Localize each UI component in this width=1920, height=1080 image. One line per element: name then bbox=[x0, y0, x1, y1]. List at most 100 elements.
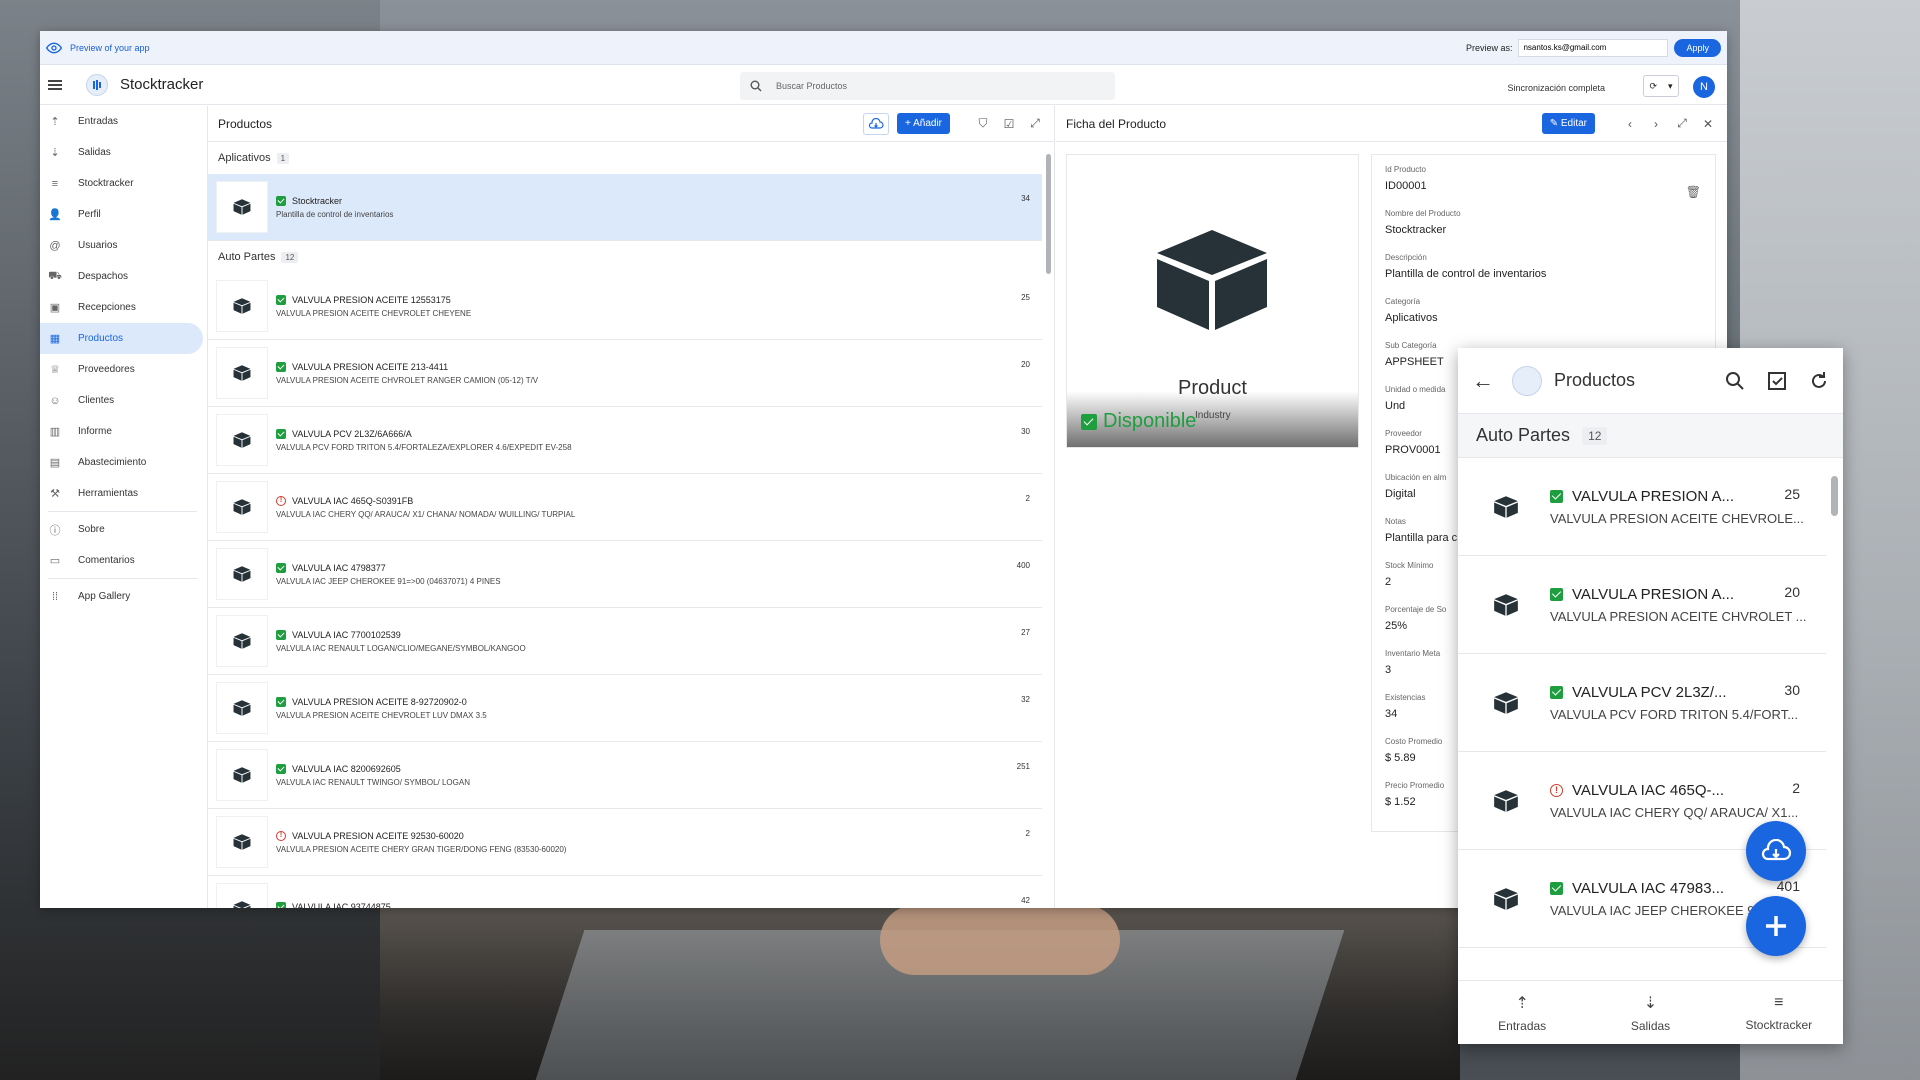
sync-button[interactable]: ⟳ ▾ bbox=[1643, 75, 1679, 97]
sidebar-item-app-gallery[interactable]: ⁞⁞ App Gallery bbox=[40, 581, 207, 612]
hamburger-menu-icon[interactable] bbox=[48, 78, 62, 92]
field-label: Id Producto bbox=[1385, 165, 1426, 174]
row-subtitle: VALVULA PCV FORD TRITON 5.4/FORT... bbox=[1550, 706, 1799, 722]
group-header[interactable]: Auto Partes 12 bbox=[208, 241, 1054, 273]
search-placeholder: Buscar Productos bbox=[776, 81, 848, 91]
box-icon bbox=[233, 199, 251, 215]
table-row[interactable]: VALVULA IAC 4798377 VALVULA IAC JEEP CHER… bbox=[208, 541, 1042, 608]
expand-icon[interactable]: ⤢ bbox=[1673, 115, 1691, 133]
list-body: Aplicativos 1 Stocktracker Plantilla de con… bbox=[208, 142, 1054, 908]
avatar[interactable]: N bbox=[1693, 76, 1715, 98]
mobile-preview: ← Productos Auto Partes 12 VALVULA PRESI… bbox=[1458, 348, 1843, 1044]
search-icon bbox=[750, 80, 762, 92]
sidebar-item-label: Stocktracker bbox=[78, 178, 134, 189]
sidebar-item-informe[interactable]: ▥ Informe bbox=[40, 416, 207, 447]
refresh-icon[interactable] bbox=[1809, 371, 1829, 391]
product-thumbnail bbox=[216, 682, 268, 734]
chevron-down-icon: ▾ bbox=[1667, 80, 1673, 91]
prev-icon[interactable]: ‹ bbox=[1621, 115, 1639, 133]
add-fab[interactable] bbox=[1746, 896, 1806, 956]
row-stock: 32 bbox=[1021, 695, 1030, 704]
table-row[interactable]: ! VALVULA IAC 465Q-S0391FB VALVULA IAC CHE… bbox=[208, 474, 1042, 541]
table-row[interactable]: VALVULA IAC 93744875 42 bbox=[208, 876, 1042, 908]
search-icon[interactable] bbox=[1725, 371, 1745, 391]
trash-icon[interactable]: 🗑 bbox=[1686, 185, 1701, 199]
sidebar-item-herramientas[interactable]: ⚒ Herramientas bbox=[40, 478, 207, 509]
tab-stocktracker[interactable]: ≡ Stocktracker bbox=[1715, 981, 1843, 1044]
sidebar-item-perfil[interactable]: 👤 Perfil bbox=[40, 199, 207, 230]
warning-icon: ! bbox=[276, 495, 286, 506]
select-checkbox-icon[interactable]: ☑ bbox=[1000, 115, 1018, 133]
table-row[interactable]: Stocktracker Plantilla de control de inve… bbox=[208, 174, 1042, 241]
table-row[interactable]: VALVULA IAC 7700102539 VALVULA IAC RENAUL… bbox=[208, 608, 1042, 675]
list-scrollbar[interactable] bbox=[1046, 146, 1052, 901]
sidebar-item-salidas[interactable]: ⇣ Salidas bbox=[40, 137, 207, 168]
list-item[interactable]: VALVULA PRESION A... VALVULA PRESION ACEI… bbox=[1458, 556, 1826, 654]
add-button[interactable]: + Añadir bbox=[897, 113, 950, 134]
edit-label: Editar bbox=[1560, 118, 1587, 129]
mobile-scrollbar[interactable] bbox=[1831, 460, 1839, 930]
expand-icon[interactable]: ⤢ bbox=[1026, 115, 1044, 133]
sidebar-item-productos[interactable]: ▦ Productos bbox=[40, 323, 203, 354]
detail-header: Ficha del Producto ✎ Editar ‹ › ⤢ ✕ bbox=[1056, 106, 1727, 142]
group-header[interactable]: Aplicativos 1 bbox=[208, 142, 1054, 174]
table-row[interactable]: VALVULA PRESION ACEITE 213-4411 VALVULA P… bbox=[208, 340, 1042, 407]
filter-icon[interactable]: ⛉ bbox=[974, 115, 992, 133]
product-image[interactable]: Product Disponible Industry bbox=[1066, 154, 1359, 448]
table-row[interactable]: VALVULA IAC 8200692605 VALVULA IAC RENAUL… bbox=[208, 742, 1042, 809]
mobile-title: Productos bbox=[1554, 370, 1636, 390]
cloud-download-fab[interactable] bbox=[1746, 821, 1806, 881]
sidebar-item-stocktracker[interactable]: ≡ Stocktracker bbox=[40, 168, 207, 199]
cloud-download-button[interactable] bbox=[863, 112, 890, 135]
sidebar-item-label: Perfil bbox=[78, 209, 101, 220]
tab-salidas[interactable]: ⇣ Salidas bbox=[1586, 981, 1714, 1044]
apply-button[interactable]: Apply bbox=[1674, 38, 1721, 57]
row-title: Stocktracker bbox=[292, 195, 343, 206]
cloud-download-icon bbox=[1761, 839, 1792, 861]
search-input[interactable]: Buscar Productos bbox=[740, 72, 1115, 100]
next-icon[interactable]: › bbox=[1647, 115, 1665, 133]
row-subtitle: Plantilla de control de inventarios bbox=[276, 209, 394, 219]
preview-email-input[interactable] bbox=[1518, 38, 1669, 57]
sidebar-item-entradas[interactable]: ⇡ Entradas bbox=[40, 106, 207, 137]
back-arrow-icon[interactable]: ← bbox=[1472, 368, 1494, 394]
sidebar-item-abastecimiento[interactable]: ▤ Abastecimiento bbox=[40, 447, 207, 478]
sidebar-item-proveedores[interactable]: ♕ Proveedores bbox=[40, 354, 207, 385]
sidebar-item-label: App Gallery bbox=[78, 591, 131, 602]
wrench-icon: ⚒ bbox=[50, 488, 60, 500]
check-icon bbox=[276, 195, 286, 206]
list-item[interactable]: VALVULA PRESION A... VALVULA PRESION ACEI… bbox=[1458, 458, 1826, 556]
sidebar-item-comentarios[interactable]: ▭ Comentarios bbox=[40, 545, 207, 576]
app-logo bbox=[1512, 365, 1542, 396]
table-row[interactable]: VALVULA PCV 2L3Z/6A666/A VALVULA PCV FORD… bbox=[208, 407, 1042, 474]
sidebar-item-despachos[interactable]: ⛟ Despachos bbox=[40, 261, 207, 292]
close-icon[interactable]: ✕ bbox=[1699, 115, 1717, 133]
box-icon bbox=[1494, 495, 1518, 518]
table-row[interactable]: VALVULA PRESION ACEITE 12553175 VALVULA P… bbox=[208, 273, 1042, 340]
people-icon: ☺ bbox=[49, 394, 61, 407]
edit-button[interactable]: ✎ Editar bbox=[1541, 113, 1595, 134]
comment-icon: ▭ bbox=[49, 555, 61, 567]
check-icon bbox=[1550, 587, 1563, 601]
tab-icon: ⇡ bbox=[1515, 994, 1529, 1012]
field-value: Stocktracker bbox=[1385, 224, 1447, 236]
row-stock: 42 bbox=[1021, 896, 1030, 905]
list-item[interactable]: VALVULA PCV 2L3Z/... VALVULA PCV FORD TRI… bbox=[1458, 654, 1826, 752]
tab-entradas[interactable]: ⇡ Entradas bbox=[1458, 981, 1586, 1044]
sidebar-item-sobre[interactable]: ⓘ Sobre bbox=[40, 514, 207, 545]
table-row[interactable]: VALVULA PRESION ACEITE 8-92720902-0 VALVU… bbox=[208, 675, 1042, 742]
info-icon: ⓘ bbox=[49, 524, 61, 537]
sidebar-item-label: Informe bbox=[78, 426, 112, 437]
row-title: VALVULA PRESION ACEITE 8-92720902-0 bbox=[292, 696, 467, 707]
sidebar-item-clientes[interactable]: ☺ Clientes bbox=[40, 385, 207, 416]
select-checkbox-icon[interactable] bbox=[1767, 371, 1787, 391]
product-thumbnail bbox=[216, 181, 268, 233]
sidebar-item-label: Productos bbox=[78, 333, 124, 344]
sidebar-item-recepciones[interactable]: ▣ Recepciones bbox=[40, 292, 207, 323]
check-icon bbox=[1550, 489, 1563, 503]
sidebar-item-usuarios[interactable]: @ Usuarios bbox=[40, 230, 207, 261]
mobile-group-header: Auto Partes 12 bbox=[1458, 414, 1843, 458]
table-row[interactable]: ! VALVULA PRESION ACEITE 92530-60020 VALVU… bbox=[208, 809, 1042, 876]
row-subtitle: VALVULA PRESION ACEITE CHEVROLET LUV DMA… bbox=[276, 710, 487, 720]
field-value: Plantilla de control de inventarios bbox=[1385, 268, 1547, 280]
